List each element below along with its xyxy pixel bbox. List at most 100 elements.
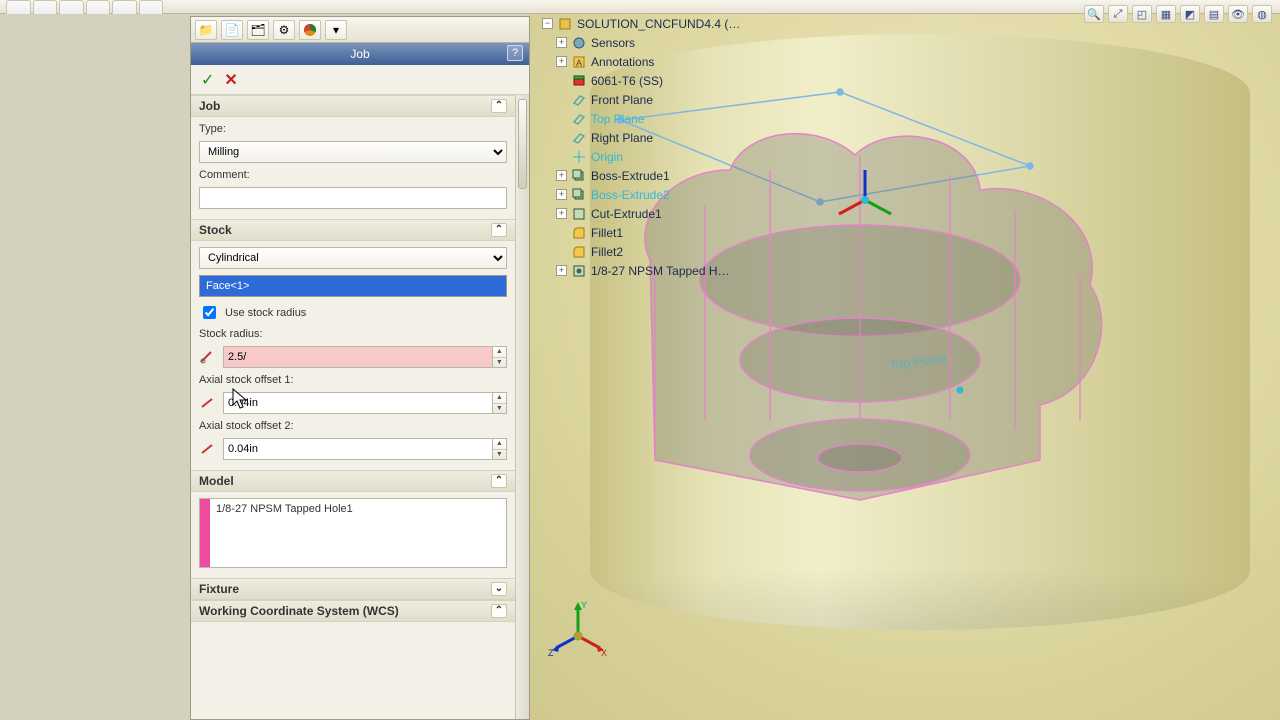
scrollbar-thumb[interactable]: [518, 99, 527, 189]
appearance-pie-icon[interactable]: [299, 20, 321, 40]
chevron-up-icon[interactable]: ⌃: [491, 99, 507, 113]
job-type-select[interactable]: Milling: [199, 141, 507, 163]
expand-icon[interactable]: +: [556, 37, 567, 48]
use-stock-radius-checkbox[interactable]: Use stock radius: [199, 303, 507, 322]
stock-face-selection[interactable]: Face<1>: [199, 275, 507, 297]
part-icon: [557, 16, 573, 32]
tree-item[interactable]: + Boss-Extrude1: [538, 166, 998, 185]
view-orient-icon[interactable]: ◩: [1180, 5, 1200, 23]
section-icon[interactable]: ▦: [1156, 5, 1176, 23]
panel-scrollbar[interactable]: [515, 95, 529, 719]
expand-icon[interactable]: −: [542, 18, 553, 29]
model-color-bar: [200, 499, 210, 567]
model-selection-list[interactable]: 1/8-27 NPSM Tapped Hole1: [199, 498, 507, 568]
tree-item-label: Cut-Extrude1: [591, 207, 662, 221]
zoom-in-icon[interactable]: 🔍: [1084, 5, 1104, 23]
plane-icon: [571, 92, 587, 108]
spinner-buttons[interactable]: ▲▼: [492, 438, 507, 460]
tree-item[interactable]: Top Plane: [538, 109, 998, 128]
ok-button[interactable]: ✓: [201, 70, 214, 90]
dim-xpert-icon[interactable]: ⚙: [273, 20, 295, 40]
view-toolbar: 🔍 ⤢ ◰ ▦ ◩ ▤ 👁 ◍: [1076, 5, 1280, 25]
tree-item[interactable]: +Sensors: [538, 33, 998, 52]
list-item[interactable]: 1/8-27 NPSM Tapped Hole1: [216, 503, 500, 515]
menu-tab[interactable]: [6, 0, 31, 14]
axial-offset1-input[interactable]: [223, 392, 492, 414]
panel-title: Job: [350, 47, 369, 61]
property-manager-icon[interactable]: 📄: [221, 20, 243, 40]
tree-item[interactable]: Fillet1: [538, 223, 998, 242]
section-header-wcs[interactable]: Working Coordinate System (WCS) ⌃: [191, 600, 515, 622]
tree-item[interactable]: + A Annotations: [538, 52, 998, 71]
expand-icon[interactable]: +: [556, 208, 567, 219]
menu-tab[interactable]: [86, 0, 111, 14]
spinner-buttons[interactable]: ▲▼: [492, 392, 507, 414]
axial-offset-icon: [199, 395, 217, 411]
chevron-down-icon[interactable]: ⌄: [491, 582, 507, 596]
expand-icon[interactable]: +: [556, 265, 567, 276]
tree-item[interactable]: + Cut-Extrude1: [538, 204, 998, 223]
tree-item-label: Boss-Extrude2: [591, 188, 670, 202]
tree-item[interactable]: Fillet2: [538, 242, 998, 261]
tree-item-label: Origin: [591, 150, 623, 164]
orientation-triad[interactable]: Y X Z: [548, 600, 608, 660]
tree-root[interactable]: − SOLUTION_CNCFUND4.4 (…: [538, 14, 998, 33]
hide-show-icon[interactable]: 👁: [1228, 5, 1248, 23]
stock-radius-label: Stock radius:: [199, 328, 507, 340]
axial-offset2-label: Axial stock offset 2:: [199, 420, 507, 432]
tree-item-label: Annotations: [591, 55, 654, 69]
tree-item[interactable]: Front Plane: [538, 90, 998, 109]
feature-manager-icon[interactable]: 📁: [195, 20, 217, 40]
comment-input[interactable]: [199, 187, 507, 209]
menu-tab[interactable]: [59, 0, 84, 14]
expand-icon[interactable]: +: [556, 170, 567, 181]
chevron-up-icon[interactable]: ⌃: [491, 604, 507, 618]
feature-tree[interactable]: − SOLUTION_CNCFUND4.4 (… +Sensors+AAnnot…: [538, 14, 998, 280]
menu-tab[interactable]: [33, 0, 58, 14]
material-icon: [571, 73, 587, 89]
stock-shape-select[interactable]: Cylindrical: [199, 247, 507, 269]
tree-item[interactable]: Origin: [538, 147, 998, 166]
radius-axis-icon: [199, 349, 217, 365]
cancel-button[interactable]: ✕: [224, 70, 237, 90]
panel-title-bar: Job ?: [191, 43, 529, 65]
tree-item[interactable]: Right Plane: [538, 128, 998, 147]
section-header-job[interactable]: Job ⌃: [191, 95, 515, 117]
section-header-model[interactable]: Model ⌃: [191, 470, 515, 492]
stock-radius-input[interactable]: [223, 346, 492, 368]
axial-offset1-label: Axial stock offset 1:: [199, 374, 507, 386]
section-header-stock[interactable]: Stock ⌃: [191, 219, 515, 241]
tree-item-label: Right Plane: [591, 131, 653, 145]
help-button[interactable]: ?: [507, 45, 523, 61]
tree-item[interactable]: + Boss-Extrude2: [538, 185, 998, 204]
expand-icon[interactable]: +: [556, 189, 567, 200]
zoom-fit-icon[interactable]: ⤢: [1108, 5, 1128, 23]
tree-item-label: Fillet1: [591, 226, 623, 240]
axial-offset-icon: [199, 441, 217, 457]
section-header-fixture[interactable]: Fixture ⌄: [191, 578, 515, 600]
manager-tabs: 📁 📄 🗂 ⚙ ▾: [191, 17, 529, 43]
appearance-icon[interactable]: ◍: [1252, 5, 1272, 23]
menu-tab[interactable]: [139, 0, 164, 14]
annotations-icon: A: [571, 54, 587, 70]
zoom-area-icon[interactable]: ◰: [1132, 5, 1152, 23]
display-style-icon[interactable]: ▤: [1204, 5, 1224, 23]
confirm-row: ✓ ✕: [191, 65, 529, 95]
tree-item[interactable]: +1/8-27 NPSM Tapped H…: [538, 261, 998, 280]
chevron-up-icon[interactable]: ⌃: [491, 474, 507, 488]
fillet-icon: [571, 244, 587, 260]
extrude-icon: [571, 168, 587, 184]
property-panel: 📁 📄 🗂 ⚙ ▾ Job ? ✓ ✕ Job ⌃ Ty: [190, 16, 530, 720]
config-manager-icon[interactable]: 🗂: [247, 20, 269, 40]
axial-offset2-input[interactable]: [223, 438, 492, 460]
filter-icon[interactable]: ▾: [325, 20, 347, 40]
expand-icon[interactable]: +: [556, 56, 567, 67]
spinner-buttons[interactable]: ▲▼: [492, 346, 507, 368]
tree-item[interactable]: 6061-T6 (SS): [538, 71, 998, 90]
plane-icon: [571, 130, 587, 146]
chevron-up-icon[interactable]: ⌃: [491, 223, 507, 237]
plane-icon: [571, 111, 587, 127]
menu-tab[interactable]: [112, 0, 137, 14]
tree-item-label: 6061-T6 (SS): [591, 74, 663, 88]
tree-item-label: Boss-Extrude1: [591, 169, 670, 183]
